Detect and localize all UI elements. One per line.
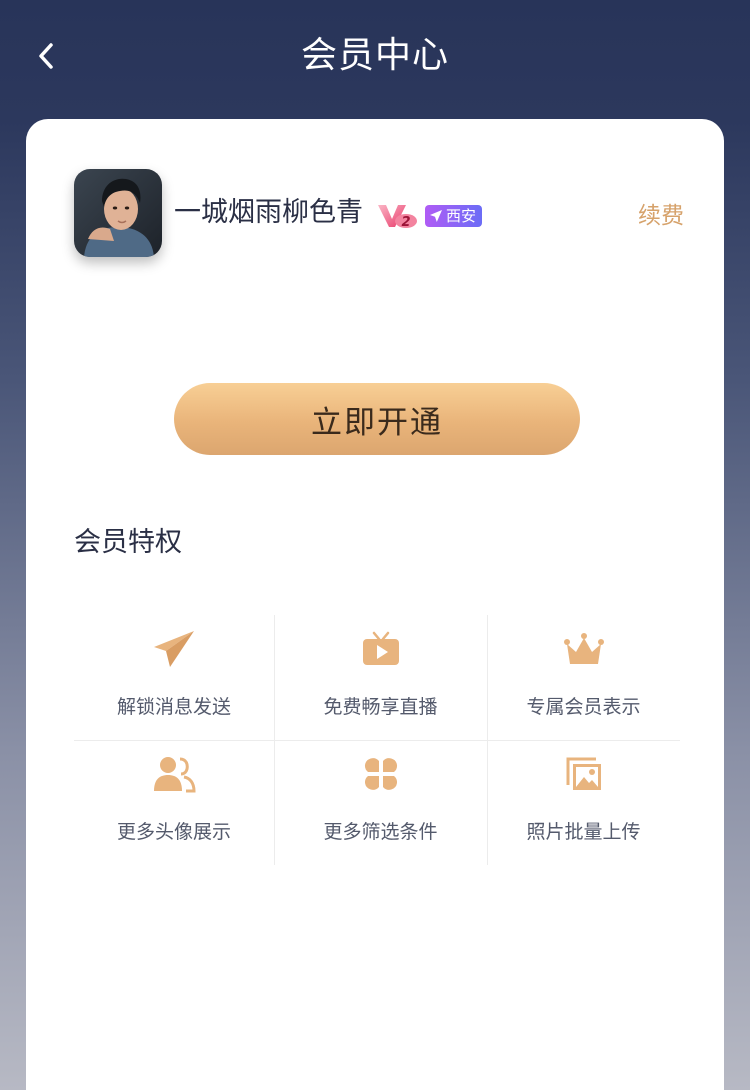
page-title: 会员中心 [300, 35, 449, 76]
privilege-batch-photos[interactable]: 照片批量上传 [487, 740, 680, 865]
location-badge: 西安 [425, 205, 483, 227]
member-card: 一城烟雨柳色青 2 西安 续费 立即开通 会员特权 解锁消息发送 免费畅享直播 … [26, 119, 724, 1090]
location-text: 西安 [446, 207, 477, 225]
clover-filter-icon [364, 758, 397, 790]
crown-icon [563, 633, 604, 664]
privilege-label: 专属会员表示 [526, 696, 641, 718]
privileges-title: 会员特权 [74, 527, 182, 558]
renew-link[interactable]: 续费 [638, 199, 684, 233]
vip-level-number: 2 [401, 215, 410, 229]
privilege-label: 免费畅享直播 [323, 696, 438, 718]
vip-level-icon: 2 [378, 205, 417, 229]
privilege-label: 更多筛选条件 [323, 821, 438, 843]
privileges-grid: 解锁消息发送 免费畅享直播 专属会员表示 更多头像展示 更多筛选条件 照片批量上… [74, 615, 680, 865]
privilege-label: 解锁消息发送 [116, 696, 231, 718]
privilege-unlock-messages[interactable]: 解锁消息发送 [74, 615, 274, 740]
paper-plane-icon [154, 631, 194, 667]
privilege-label: 照片批量上传 [526, 821, 641, 843]
nav-bar: 会员中心 [0, 0, 750, 115]
privilege-more-avatars[interactable]: 更多头像展示 [74, 740, 274, 865]
privilege-more-filters[interactable]: 更多筛选条件 [274, 740, 487, 865]
users-icon [154, 757, 196, 793]
tv-play-icon [362, 631, 399, 665]
avatar-image [74, 169, 162, 257]
privilege-free-live[interactable]: 免费畅享直播 [274, 615, 487, 740]
location-arrow-icon [430, 210, 442, 222]
privilege-member-mark[interactable]: 专属会员表示 [487, 615, 680, 740]
avatar[interactable] [74, 169, 162, 257]
username: 一城烟雨柳色青 [174, 197, 363, 228]
photos-icon [566, 757, 601, 790]
open-membership-button[interactable]: 立即开通 [174, 383, 580, 455]
privilege-label: 更多头像展示 [116, 821, 231, 843]
